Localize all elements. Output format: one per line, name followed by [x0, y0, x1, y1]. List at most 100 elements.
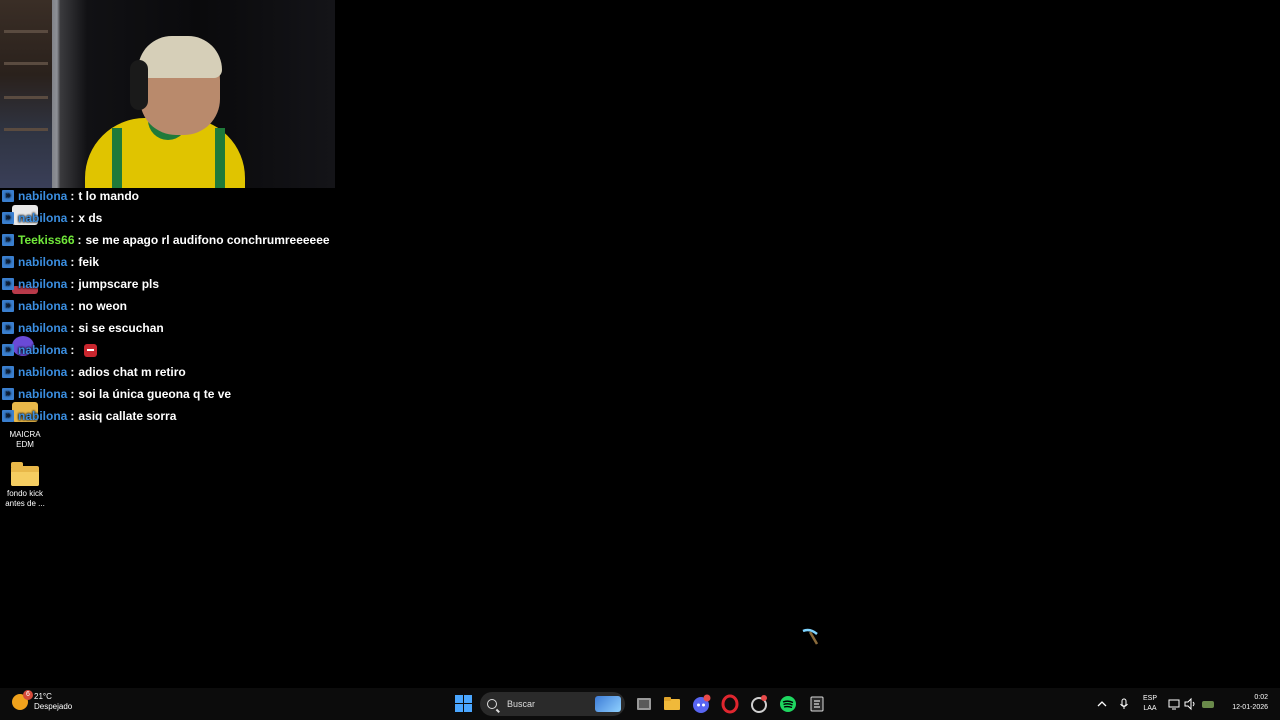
discord-icon: [693, 694, 711, 713]
chat-message: » nabilona : x ds: [2, 207, 330, 229]
weather-temp: 21°C: [34, 692, 52, 701]
chat-message: » nabilona : no weon: [2, 295, 330, 317]
chat-badge-icon: »: [2, 278, 14, 290]
chat-badge-icon: »: [2, 344, 14, 356]
chat-username: nabilona: [18, 211, 68, 225]
chat-separator: :: [77, 233, 82, 247]
network-icon: [1168, 699, 1180, 710]
microphone-icon: [1120, 698, 1128, 709]
spotify-button[interactable]: [778, 694, 798, 714]
task-view-button[interactable]: [634, 694, 654, 714]
chat-badge-icon: »: [2, 410, 14, 422]
chat-badge-icon: »: [2, 300, 14, 312]
spotify-icon: [780, 696, 796, 712]
background-shelf: [0, 0, 52, 188]
chat-text: soi la única gueona q te ve: [78, 387, 232, 401]
folder-icon: [11, 462, 39, 486]
chat-separator: :: [70, 277, 75, 291]
chat-text: jumpscare pls: [78, 277, 160, 291]
desktop-item-fondo-kick[interactable]: fondo kick antes de ...: [2, 462, 48, 509]
opera-button[interactable]: [720, 694, 740, 714]
folder-icon: [664, 697, 680, 710]
chat-message: » nabilona : jumpscare pls: [2, 273, 330, 295]
chat-message: » nabilona :: [2, 339, 330, 361]
chat-username: Teekiss66: [18, 233, 75, 247]
search-placeholder: Buscar: [507, 699, 536, 709]
task-view-icon: [637, 698, 651, 710]
chat-message: » nabilona : soi la única gueona q te ve: [2, 383, 330, 405]
chat-badge-icon: »: [2, 366, 14, 378]
language-code: ESP: [1142, 695, 1157, 702]
headset: [130, 60, 148, 110]
chat-text: se me apago rl audifono conchrumreeeeee: [85, 233, 330, 247]
speaker-icon: [1184, 697, 1195, 711]
volume-button[interactable]: [1182, 694, 1202, 714]
weather-condition: Despejado: [34, 702, 73, 711]
chat-badge-icon: »: [2, 234, 14, 246]
discord-button[interactable]: [691, 694, 711, 714]
chat-username: nabilona: [18, 409, 68, 423]
chat-badge-icon: »: [2, 256, 14, 268]
app-button[interactable]: [749, 694, 769, 714]
chat-message: » nabilona : feik: [2, 251, 330, 273]
chat-text: adios chat m retiro: [78, 365, 186, 379]
keyboard-layout: LAA: [1143, 705, 1157, 712]
settings-app-icon: [751, 695, 767, 713]
tray-app-button[interactable]: [1200, 694, 1220, 714]
chat-text: asiq callate sorra: [78, 409, 177, 423]
chat-badge-icon: »: [2, 190, 14, 202]
taskbar: 6 21°C Despejado Buscar ESP LAA 0:02 12-…: [0, 688, 1280, 720]
microphone-button[interactable]: [1116, 694, 1136, 714]
chat-message: » nabilona : adios chat m retiro: [2, 361, 330, 383]
chat-username: nabilona: [18, 387, 68, 401]
chat-separator: :: [70, 321, 75, 335]
opera-icon: [721, 694, 739, 714]
weather-widget[interactable]: 6 21°C Despejado: [12, 690, 73, 712]
chat-badge-icon: »: [2, 388, 14, 400]
taskbar-search[interactable]: Buscar: [480, 692, 625, 716]
desktop: MAICRA EDM fondo kick antes de ... » nab…: [0, 0, 1280, 688]
shirt-stripe: [215, 128, 225, 188]
clock-time: 0:02: [1254, 694, 1268, 701]
chat-username: nabilona: [18, 277, 68, 291]
start-button[interactable]: [454, 694, 474, 714]
desktop-item-label: fondo kick antes de ...: [5, 489, 45, 508]
weather-sun-icon: 6: [12, 690, 33, 710]
chat-username: nabilona: [18, 299, 68, 313]
language-indicator[interactable]: ESP LAA: [1140, 694, 1160, 714]
chat-separator: :: [70, 387, 75, 401]
chat-message: » nabilona : asiq callate sorra: [2, 405, 330, 427]
chat-separator: :: [70, 299, 75, 313]
chat-text: t lo mando: [78, 189, 140, 203]
search-highlight-image: [595, 696, 621, 712]
chat-text: no weon: [78, 299, 128, 313]
chat-badge-icon: »: [2, 212, 14, 224]
show-hidden-icons-button[interactable]: [1094, 694, 1114, 714]
file-explorer-button[interactable]: [662, 694, 682, 714]
chat-username: nabilona: [18, 321, 68, 335]
chat-text: feik: [78, 255, 100, 269]
pickaxe-cursor-icon: [802, 628, 819, 645]
clock-date: 12-01-2026: [1232, 704, 1268, 711]
chat-separator: :: [70, 211, 75, 225]
chat-overlay: » nabilona : t lo mando » nabilona : x d…: [2, 185, 330, 427]
chat-text: si se escuchan: [78, 321, 164, 335]
epic-games-icon: [810, 696, 824, 712]
chat-separator: :: [70, 189, 75, 203]
chat-message: » nabilona : t lo mando: [2, 185, 330, 207]
shirt-stripe: [112, 128, 122, 188]
chat-separator: :: [70, 365, 75, 379]
chat-separator: :: [70, 255, 75, 269]
chevron-up-icon: [1097, 701, 1107, 707]
chat-username: nabilona: [18, 343, 68, 357]
search-icon: [487, 699, 497, 709]
chat-username: nabilona: [18, 365, 68, 379]
epic-games-button[interactable]: [807, 694, 827, 714]
desktop-item-label: MAICRA EDM: [9, 430, 41, 449]
chat-text: x ds: [78, 211, 103, 225]
system-clock[interactable]: 0:02 12-01-2026: [1222, 693, 1268, 713]
desktop-item-maicra[interactable]: MAICRA EDM: [2, 430, 48, 450]
chat-username: nabilona: [18, 189, 68, 203]
angry-emote-icon: [84, 343, 98, 357]
chat-message: » Teekiss66 : se me apago rl audifono co…: [2, 229, 330, 251]
